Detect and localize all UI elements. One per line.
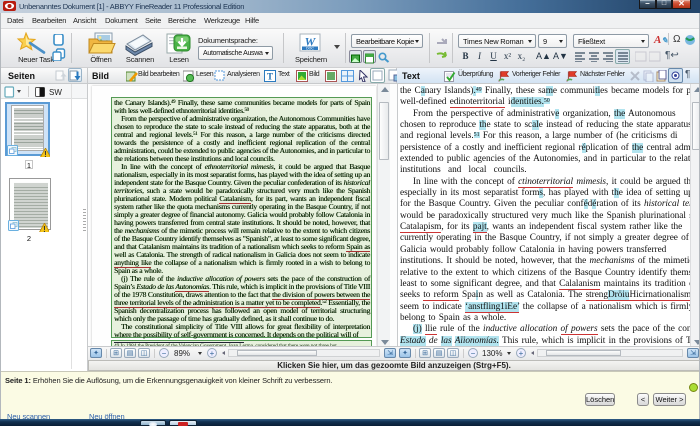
svg-text:T: T [267, 72, 273, 82]
svg-text:!: ! [43, 225, 46, 232]
svg-text:!: ! [44, 150, 47, 157]
svg-text:DOC: DOC [306, 47, 314, 51]
